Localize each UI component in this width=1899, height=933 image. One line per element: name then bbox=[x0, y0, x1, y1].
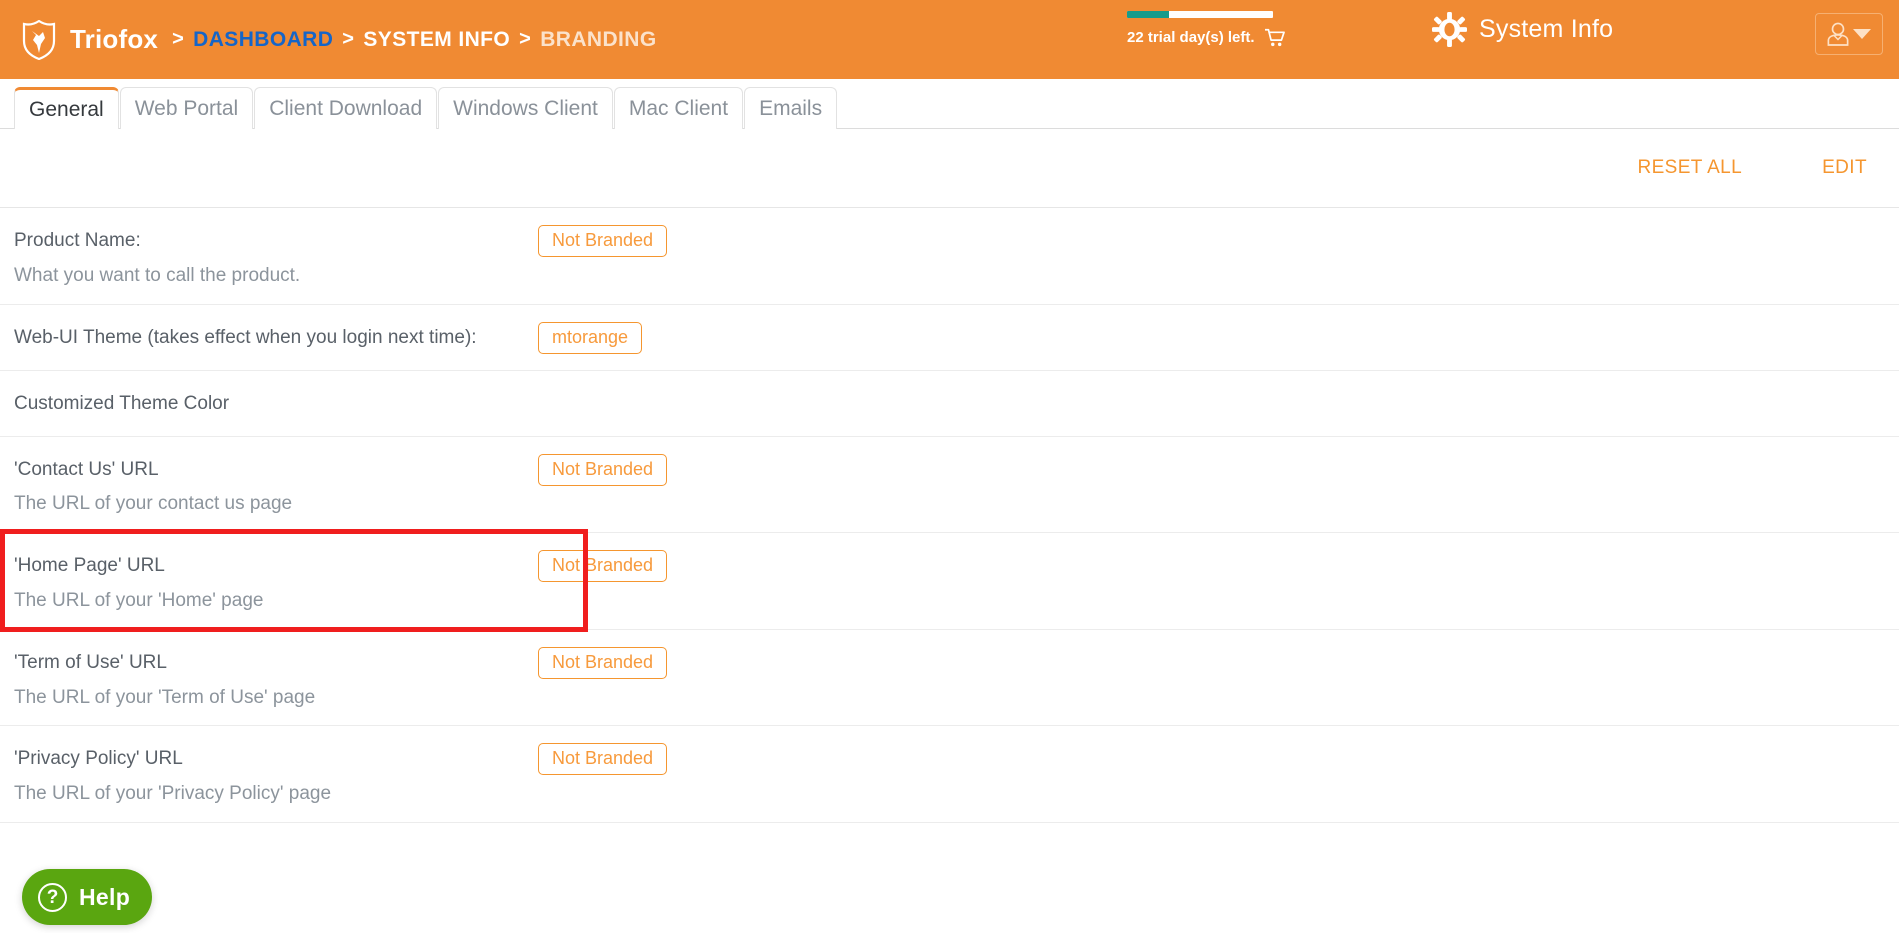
status-badge[interactable]: Not Branded bbox=[538, 225, 668, 257]
brand-group: Triofox bbox=[22, 19, 159, 60]
breadcrumb: > DASHBOARD > SYSTEM INFO > BRANDING bbox=[172, 28, 657, 52]
setting-row-product-name: Product Name: What you want to call the … bbox=[0, 208, 1899, 305]
trial-progress-fill bbox=[1127, 11, 1170, 18]
setting-row-privacy-policy-url: 'Privacy Policy' URL The URL of your 'Pr… bbox=[0, 726, 1899, 823]
status-badge[interactable]: Not Branded bbox=[538, 646, 668, 679]
user-avatar-icon bbox=[1827, 22, 1849, 46]
trial-progress-bar bbox=[1127, 11, 1273, 18]
tab-client-download[interactable]: Client Download bbox=[254, 87, 438, 129]
shopping-cart-icon[interactable] bbox=[1264, 28, 1285, 47]
edit-button[interactable]: EDIT bbox=[1820, 153, 1869, 183]
breadcrumb-item-system-info[interactable]: SYSTEM INFO bbox=[363, 28, 510, 52]
setting-row-customized-theme-color: Customized Theme Color bbox=[0, 371, 1899, 437]
tab-emails[interactable]: Emails bbox=[744, 87, 838, 129]
system-info-header[interactable]: System Info bbox=[1432, 12, 1613, 47]
setting-row-term-of-use-url: 'Term of Use' URL The URL of your 'Term … bbox=[0, 630, 1899, 727]
breadcrumb-separator-3: > bbox=[519, 28, 532, 50]
user-menu-button[interactable] bbox=[1815, 13, 1883, 55]
tab-mac-client[interactable]: Mac Client bbox=[613, 87, 744, 129]
branding-settings-list: Product Name: What you want to call the … bbox=[0, 208, 1899, 823]
brand-name: Triofox bbox=[70, 24, 159, 54]
system-info-label: System Info bbox=[1479, 15, 1614, 43]
question-mark-circle-icon: ? bbox=[38, 882, 67, 912]
app-header: Triofox > DASHBOARD > SYSTEM INFO > BRAN… bbox=[0, 0, 1899, 79]
tab-windows-client[interactable]: Windows Client bbox=[438, 87, 613, 129]
tab-web-portal[interactable]: Web Portal bbox=[119, 87, 254, 129]
chevron-down-icon bbox=[1853, 29, 1871, 39]
setting-title: Web-UI Theme (takes effect when you logi… bbox=[14, 326, 477, 348]
setting-row-home-page-url: 'Home Page' URL The URL of your 'Home' p… bbox=[0, 533, 1899, 630]
trial-row: 22 trial day(s) left. bbox=[1127, 28, 1317, 47]
setting-description: What you want to call the product. bbox=[14, 264, 301, 286]
setting-description: The URL of your 'Home' page bbox=[14, 589, 264, 611]
setting-title: Product Name: bbox=[14, 230, 141, 251]
breadcrumb-item-dashboard[interactable]: DASHBOARD bbox=[193, 28, 333, 52]
status-badge[interactable]: Not Branded bbox=[538, 550, 668, 583]
action-bar: RESET ALL EDIT bbox=[0, 129, 1899, 208]
setting-title: 'Home Page' URL bbox=[14, 555, 165, 577]
help-widget-label: Help bbox=[79, 883, 131, 910]
breadcrumb-item-branding: BRANDING bbox=[540, 27, 657, 51]
gear-icon bbox=[1432, 12, 1467, 47]
setting-description: The URL of your 'Privacy Policy' page bbox=[14, 783, 332, 805]
help-widget-button[interactable]: ? Help bbox=[22, 869, 153, 925]
breadcrumb-separator-2: > bbox=[342, 28, 355, 50]
theme-value-badge[interactable]: mtorange bbox=[538, 321, 643, 354]
status-badge[interactable]: Not Branded bbox=[538, 453, 668, 486]
setting-description: The URL of your contact us page bbox=[14, 493, 293, 515]
setting-row-contact-us-url: 'Contact Us' URL The URL of your contact… bbox=[0, 437, 1899, 534]
setting-row-web-ui-theme: Web-UI Theme (takes effect when you logi… bbox=[0, 305, 1899, 371]
status-badge[interactable]: Not Branded bbox=[538, 743, 668, 776]
setting-title: 'Privacy Policy' URL bbox=[14, 748, 183, 770]
setting-description: The URL of your 'Term of Use' page bbox=[14, 686, 316, 708]
setting-title: 'Term of Use' URL bbox=[14, 651, 167, 673]
breadcrumb-separator-1: > bbox=[172, 28, 185, 50]
branding-tabbar: General Web Portal Client Download Windo… bbox=[0, 79, 1899, 129]
setting-title: Customized Theme Color bbox=[14, 392, 230, 414]
trial-days-label: 22 trial day(s) left. bbox=[1127, 29, 1255, 46]
shield-fox-logo bbox=[22, 19, 56, 60]
reset-all-button[interactable]: RESET ALL bbox=[1635, 153, 1744, 183]
tab-general[interactable]: General bbox=[14, 87, 119, 129]
setting-title: 'Contact Us' URL bbox=[14, 458, 159, 480]
trial-block: 22 trial day(s) left. bbox=[1127, 11, 1317, 47]
